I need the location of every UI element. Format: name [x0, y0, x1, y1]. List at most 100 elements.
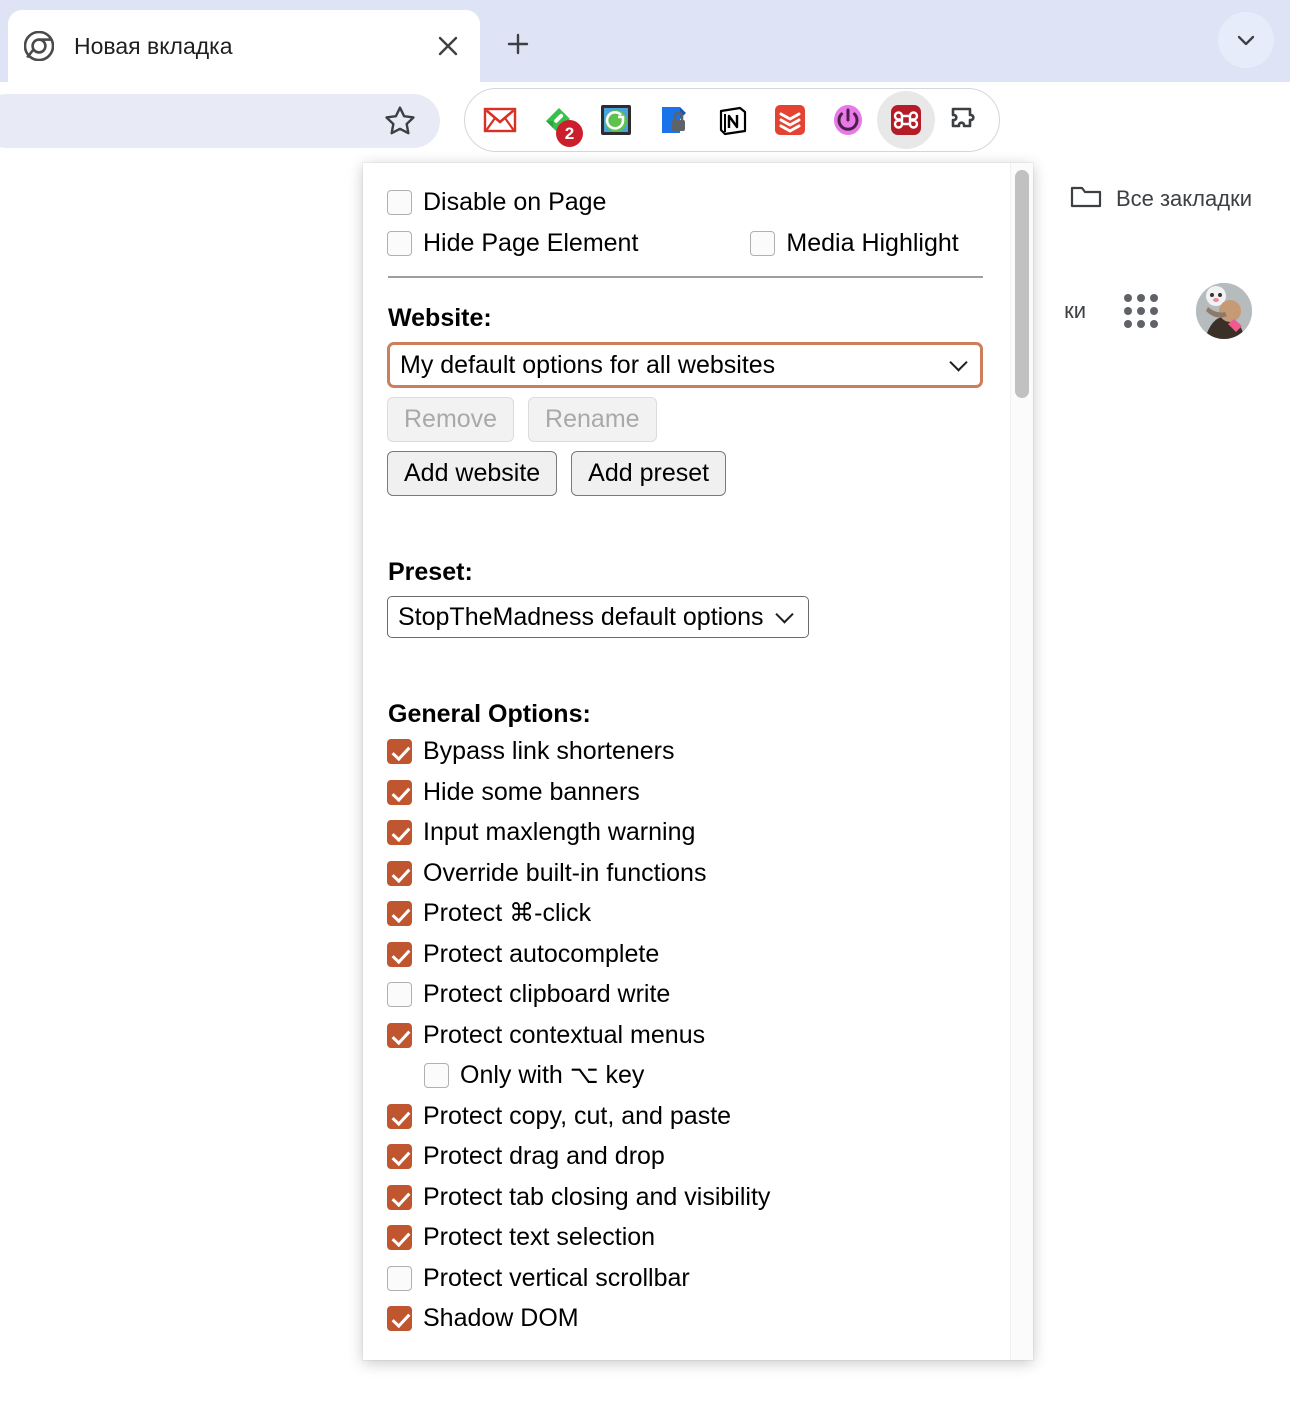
website-edit-buttons: Remove Rename [387, 397, 1011, 442]
whatsapp-icon [601, 105, 631, 135]
checkbox-label: Hide Page Element [423, 228, 639, 257]
checkbox-protect-contextual-menus[interactable]: Protect contextual menus [387, 1020, 1011, 1050]
browser-tab[interactable]: Новая вкладка [8, 10, 480, 82]
checkbox-input-maxlength-warning[interactable]: Input maxlength warning [387, 818, 1011, 847]
new-tab-button[interactable] [496, 22, 540, 66]
gmail-extension[interactable] [471, 91, 529, 149]
checkbox-protect-text-selection[interactable]: Protect text selection [387, 1223, 1011, 1252]
popup-scrollbar-thumb[interactable] [1015, 170, 1029, 398]
checkbox-box[interactable] [387, 982, 412, 1008]
checkbox-protect-copy-cut-and-paste[interactable]: Protect copy, cut, and paste [387, 1102, 1011, 1131]
power-icon [834, 105, 862, 135]
checkbox-label: Protect text selection [423, 1223, 656, 1251]
checkbox-label: Hide some banners [423, 777, 640, 806]
checkbox-hide-page-element[interactable]: Hide Page Element [387, 228, 639, 258]
checkbox-label: Protect contextual menus [423, 1020, 706, 1049]
power-extension[interactable] [819, 91, 877, 149]
checkbox-box[interactable] [387, 820, 412, 846]
checkbox-box[interactable] [387, 739, 412, 765]
general-options-title: General Options: [388, 700, 591, 728]
checkbox-label: Shadow DOM [423, 1304, 579, 1332]
todoist-icon [775, 105, 805, 135]
remove-button[interactable]: Remove [387, 397, 515, 442]
checkbox-box[interactable] [387, 860, 412, 886]
all-bookmarks-button[interactable]: Все закладки [1060, 174, 1262, 224]
password-manager-extension[interactable] [645, 91, 703, 149]
tab-search-button[interactable] [1218, 12, 1274, 68]
checkbox-box[interactable] [387, 230, 412, 256]
browser-toolbar: 2 [0, 82, 1290, 230]
popup-content: Disable on Page Hide Page Element Media … [363, 163, 1011, 1360]
checkbox-box[interactable] [387, 901, 412, 927]
checkbox-box[interactable] [387, 1022, 412, 1048]
website-section-title: Website: [388, 304, 492, 332]
checkbox-label: Protect ⌘-click [423, 899, 592, 927]
checkbox-only-with-key[interactable]: Only with ⌥ key [424, 1061, 1011, 1090]
plus-icon [507, 33, 529, 55]
apps-grid-icon[interactable] [1124, 294, 1158, 328]
checkbox-box[interactable] [387, 1144, 412, 1170]
checkbox-override-built-in-functions[interactable]: Override built-in functions [387, 858, 1011, 888]
shield-lock-icon [662, 107, 686, 133]
checkbox-box[interactable] [387, 1265, 412, 1291]
checkbox-protect-tab-closing-and-visibility[interactable]: Protect tab closing and visibility [387, 1183, 1011, 1212]
checkbox-label: Media Highlight [786, 228, 959, 257]
website-select[interactable]: My default options for all websites [387, 342, 983, 388]
add-website-button[interactable]: Add website [387, 451, 558, 496]
checkbox-protect-drag-and-drop[interactable]: Protect drag and drop [387, 1142, 1011, 1171]
extension-badge: 2 [556, 120, 583, 147]
folder-icon [1070, 184, 1102, 215]
checkbox-label: Protect autocomplete [423, 939, 660, 968]
address-bar[interactable] [0, 94, 440, 148]
checkbox-box[interactable] [387, 1103, 412, 1129]
top-toggles-row: Hide Page Element Media Highlight [387, 228, 1011, 258]
checkbox-shadow-dom[interactable]: Shadow DOM [387, 1304, 1011, 1333]
checkbox-box[interactable] [424, 1063, 449, 1089]
whatsapp-extension[interactable] [587, 91, 645, 149]
puzzle-piece-icon [951, 107, 975, 128]
checkbox-label: Protect drag and drop [423, 1142, 665, 1170]
preset-select[interactable]: StopTheMadness default options [387, 596, 809, 638]
notion-icon [719, 106, 747, 136]
checkbox-box[interactable] [387, 1306, 412, 1332]
evernote-extension[interactable]: 2 [529, 91, 587, 149]
checkbox-media-highlight[interactable]: Media Highlight [750, 228, 959, 258]
checkbox-protect-autocomplete[interactable]: Protect autocomplete [387, 939, 1011, 969]
checkbox-protect-click[interactable]: Protect ⌘-click [387, 899, 1011, 928]
checkbox-label: Disable on Page [423, 188, 607, 216]
checkbox-label: Override built-in functions [423, 858, 707, 887]
all-bookmarks-label: Все закладки [1115, 186, 1252, 211]
extensions-menu-button[interactable] [935, 91, 993, 149]
website-select-wrapper: My default options for all websites [387, 342, 983, 388]
stopthemadness-extension[interactable] [877, 91, 935, 149]
notion-extension[interactable] [703, 91, 761, 149]
gmail-icon [483, 107, 517, 133]
extensions-toolbar: 2 [464, 88, 1000, 152]
add-preset-button[interactable]: Add preset [571, 451, 727, 496]
checkbox-hide-some-banners[interactable]: Hide some banners [387, 777, 1011, 807]
account-avatar[interactable] [1196, 283, 1252, 339]
checkbox-protect-vertical-scrollbar[interactable]: Protect vertical scrollbar [387, 1263, 1011, 1293]
popup-scrollbar[interactable] [1010, 163, 1033, 1360]
checkbox-box[interactable] [750, 230, 776, 256]
checkbox-box[interactable] [387, 779, 412, 805]
checkbox-label: Bypass link shorteners [423, 737, 675, 765]
checkbox-bypass-link-shorteners[interactable]: Bypass link shorteners [387, 737, 1011, 766]
close-icon[interactable] [432, 30, 464, 62]
checkbox-disable-on-page[interactable]: Disable on Page [387, 188, 1011, 217]
star-icon[interactable] [382, 103, 418, 139]
checkbox-box[interactable] [387, 190, 412, 216]
preset-select-wrapper: StopTheMadness default options [387, 596, 809, 638]
checkbox-box[interactable] [387, 1225, 412, 1251]
chevron-down-icon [1237, 35, 1255, 46]
checkbox-protect-clipboard-write[interactable]: Protect clipboard write [387, 980, 1011, 1009]
checkbox-box[interactable] [387, 941, 412, 967]
checkbox-label: Protect vertical scrollbar [423, 1263, 690, 1292]
rename-button[interactable]: Rename [528, 397, 657, 442]
tab-title: Новая вкладка [74, 32, 233, 59]
checkbox-label: Protect clipboard write [423, 980, 671, 1008]
ntp-images-link[interactable]: ки [1064, 298, 1086, 324]
todoist-extension[interactable] [761, 91, 819, 149]
checkbox-box[interactable] [387, 1184, 412, 1210]
